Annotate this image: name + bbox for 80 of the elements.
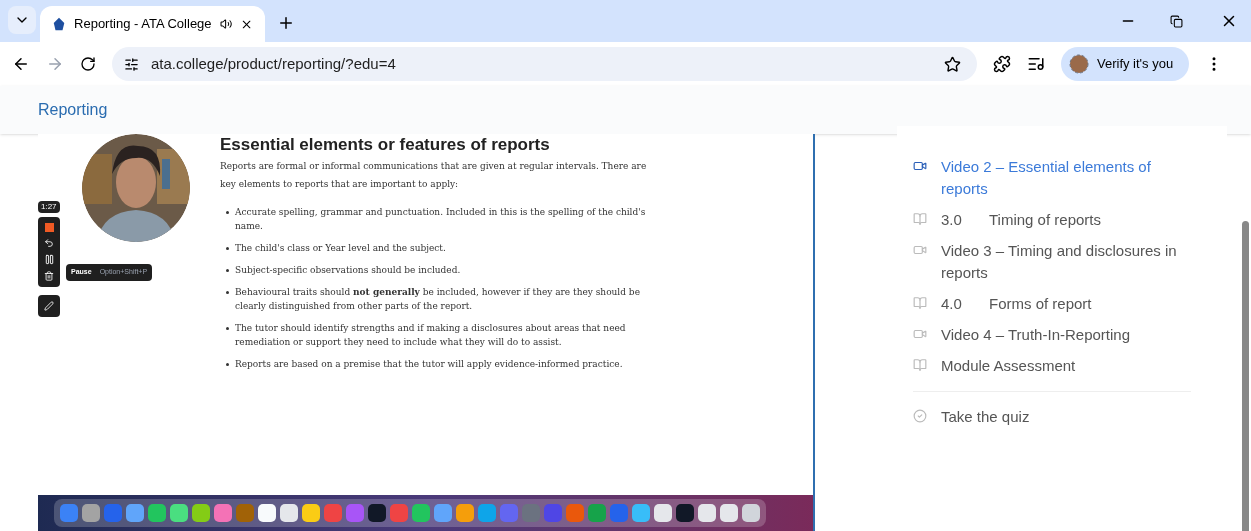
lesson-title: Video 4 – Truth-In-Reporting [941, 325, 1130, 345]
bullet-text: Accurate spelling, grammar and punctuation. Included in this is the spelling of the child's name. [235, 206, 647, 233]
bullet-icon [226, 291, 229, 294]
app-icon[interactable] [148, 504, 166, 522]
speaker-icon[interactable] [219, 17, 232, 31]
app-icon[interactable] [214, 504, 232, 522]
app-icon[interactable] [126, 504, 144, 522]
lesson-item[interactable]: Video 2 – Essential elements of reports [913, 156, 1183, 200]
page-title: Reporting [38, 100, 108, 120]
app-icon[interactable] [698, 504, 716, 522]
lesson-item[interactable]: Video 4 – Truth-In-Reporting [913, 324, 1183, 346]
profile-button[interactable]: Verify it's you [1061, 47, 1190, 81]
back-icon[interactable] [12, 55, 30, 73]
restore-icon[interactable] [1170, 15, 1183, 28]
undo-icon[interactable] [44, 238, 54, 248]
avatar-icon [1069, 54, 1089, 74]
url-text: ata.college/product/reporting/?edu=4 [151, 53, 397, 74]
bullet-text: Behavioural traits should not generally be included, however if they are they should be clearly distinguished from other parts of the report. [235, 286, 641, 313]
video-icon [913, 243, 927, 257]
check-icon [913, 409, 927, 423]
slide-intro: Reports are formal or informal communications that are given at regular intervals. There are key elements to reports that are important to apply: [220, 160, 648, 191]
site-logo-icon [52, 16, 67, 32]
forward-icon[interactable] [46, 55, 64, 73]
bullet-icon [226, 363, 229, 366]
pause-icon[interactable] [43, 254, 55, 265]
book-icon [913, 358, 927, 372]
bullet-text: Reports are based on a premise that the tutor will apply evidence-informed practice. [235, 358, 623, 371]
bullet-icon [226, 269, 229, 272]
app-icon[interactable] [280, 504, 298, 522]
bullet-text: The tutor should identify strengths and if making a disclosures about areas that need remediation or support they need to include what they will do to assist. [235, 322, 627, 349]
app-icon[interactable] [258, 504, 276, 522]
new-tab-icon[interactable] [277, 14, 295, 32]
bookmark-star-icon[interactable] [944, 55, 961, 73]
lesson-item[interactable]: Module Assessment [913, 355, 1183, 377]
lesson-title: Forms of report [989, 294, 1092, 314]
app-icon[interactable] [654, 504, 672, 522]
app-icon[interactable] [302, 504, 320, 522]
app-icon[interactable] [82, 504, 100, 522]
bullet-text: The child's class or Year level and the subject. [235, 242, 446, 255]
lesson-title: Module Assessment [941, 356, 1076, 376]
book-icon [913, 296, 927, 310]
app-icon[interactable] [192, 504, 210, 522]
delete-icon[interactable] [44, 271, 54, 281]
extensions-icon[interactable] [993, 55, 1011, 73]
tab-search-button[interactable] [8, 6, 36, 34]
app-icon[interactable] [368, 504, 386, 522]
app-icon[interactable] [632, 504, 650, 522]
lesson-item[interactable]: Video 3 – Timing and disclosures in reports [913, 240, 1183, 284]
bullet-icon [226, 247, 229, 250]
video-icon [913, 327, 927, 341]
tab-title: Reporting - ATA College [74, 15, 212, 34]
lesson-title: Video 2 – Essential elements of reports [941, 157, 1152, 199]
address-bar[interactable]: ata.college/product/reporting/?edu=4 [112, 47, 977, 81]
browser-tab[interactable]: Reporting - ATA College [40, 6, 265, 42]
quiz-link[interactable]: Take the quiz [941, 406, 1030, 429]
lesson-item[interactable]: 3.0 Timing of reports [913, 209, 1183, 231]
draw-button[interactable] [38, 295, 60, 317]
lesson-number: 3.0 [941, 210, 963, 230]
reload-icon[interactable] [80, 56, 96, 72]
app-icon[interactable] [170, 504, 188, 522]
video-icon [913, 159, 927, 173]
bullet-icon [226, 211, 229, 214]
lesson-title: Timing of reports [989, 210, 1101, 230]
stop-icon[interactable] [44, 223, 54, 232]
app-icon[interactable] [456, 504, 474, 522]
recording-timer: 1:27 [38, 201, 60, 213]
bullet-icon [226, 327, 229, 330]
pen-icon [44, 301, 54, 311]
bullet-text: Subject-specific observations should be included. [235, 264, 461, 277]
lesson-title: Video 3 – Timing and disclosures in reports [941, 241, 1178, 283]
media-controls-icon[interactable] [1027, 55, 1045, 73]
app-icon[interactable] [412, 504, 430, 522]
app-icon[interactable] [720, 504, 738, 522]
site-settings-icon[interactable] [124, 56, 139, 72]
app-icon[interactable] [676, 504, 694, 522]
book-icon [913, 212, 927, 226]
lesson-item[interactable]: 4.0 Forms of report [913, 293, 1183, 315]
lesson-number: 4.0 [941, 294, 963, 314]
app-icon[interactable] [742, 504, 760, 522]
slide-title: Essential elements or features of reports [220, 136, 551, 154]
